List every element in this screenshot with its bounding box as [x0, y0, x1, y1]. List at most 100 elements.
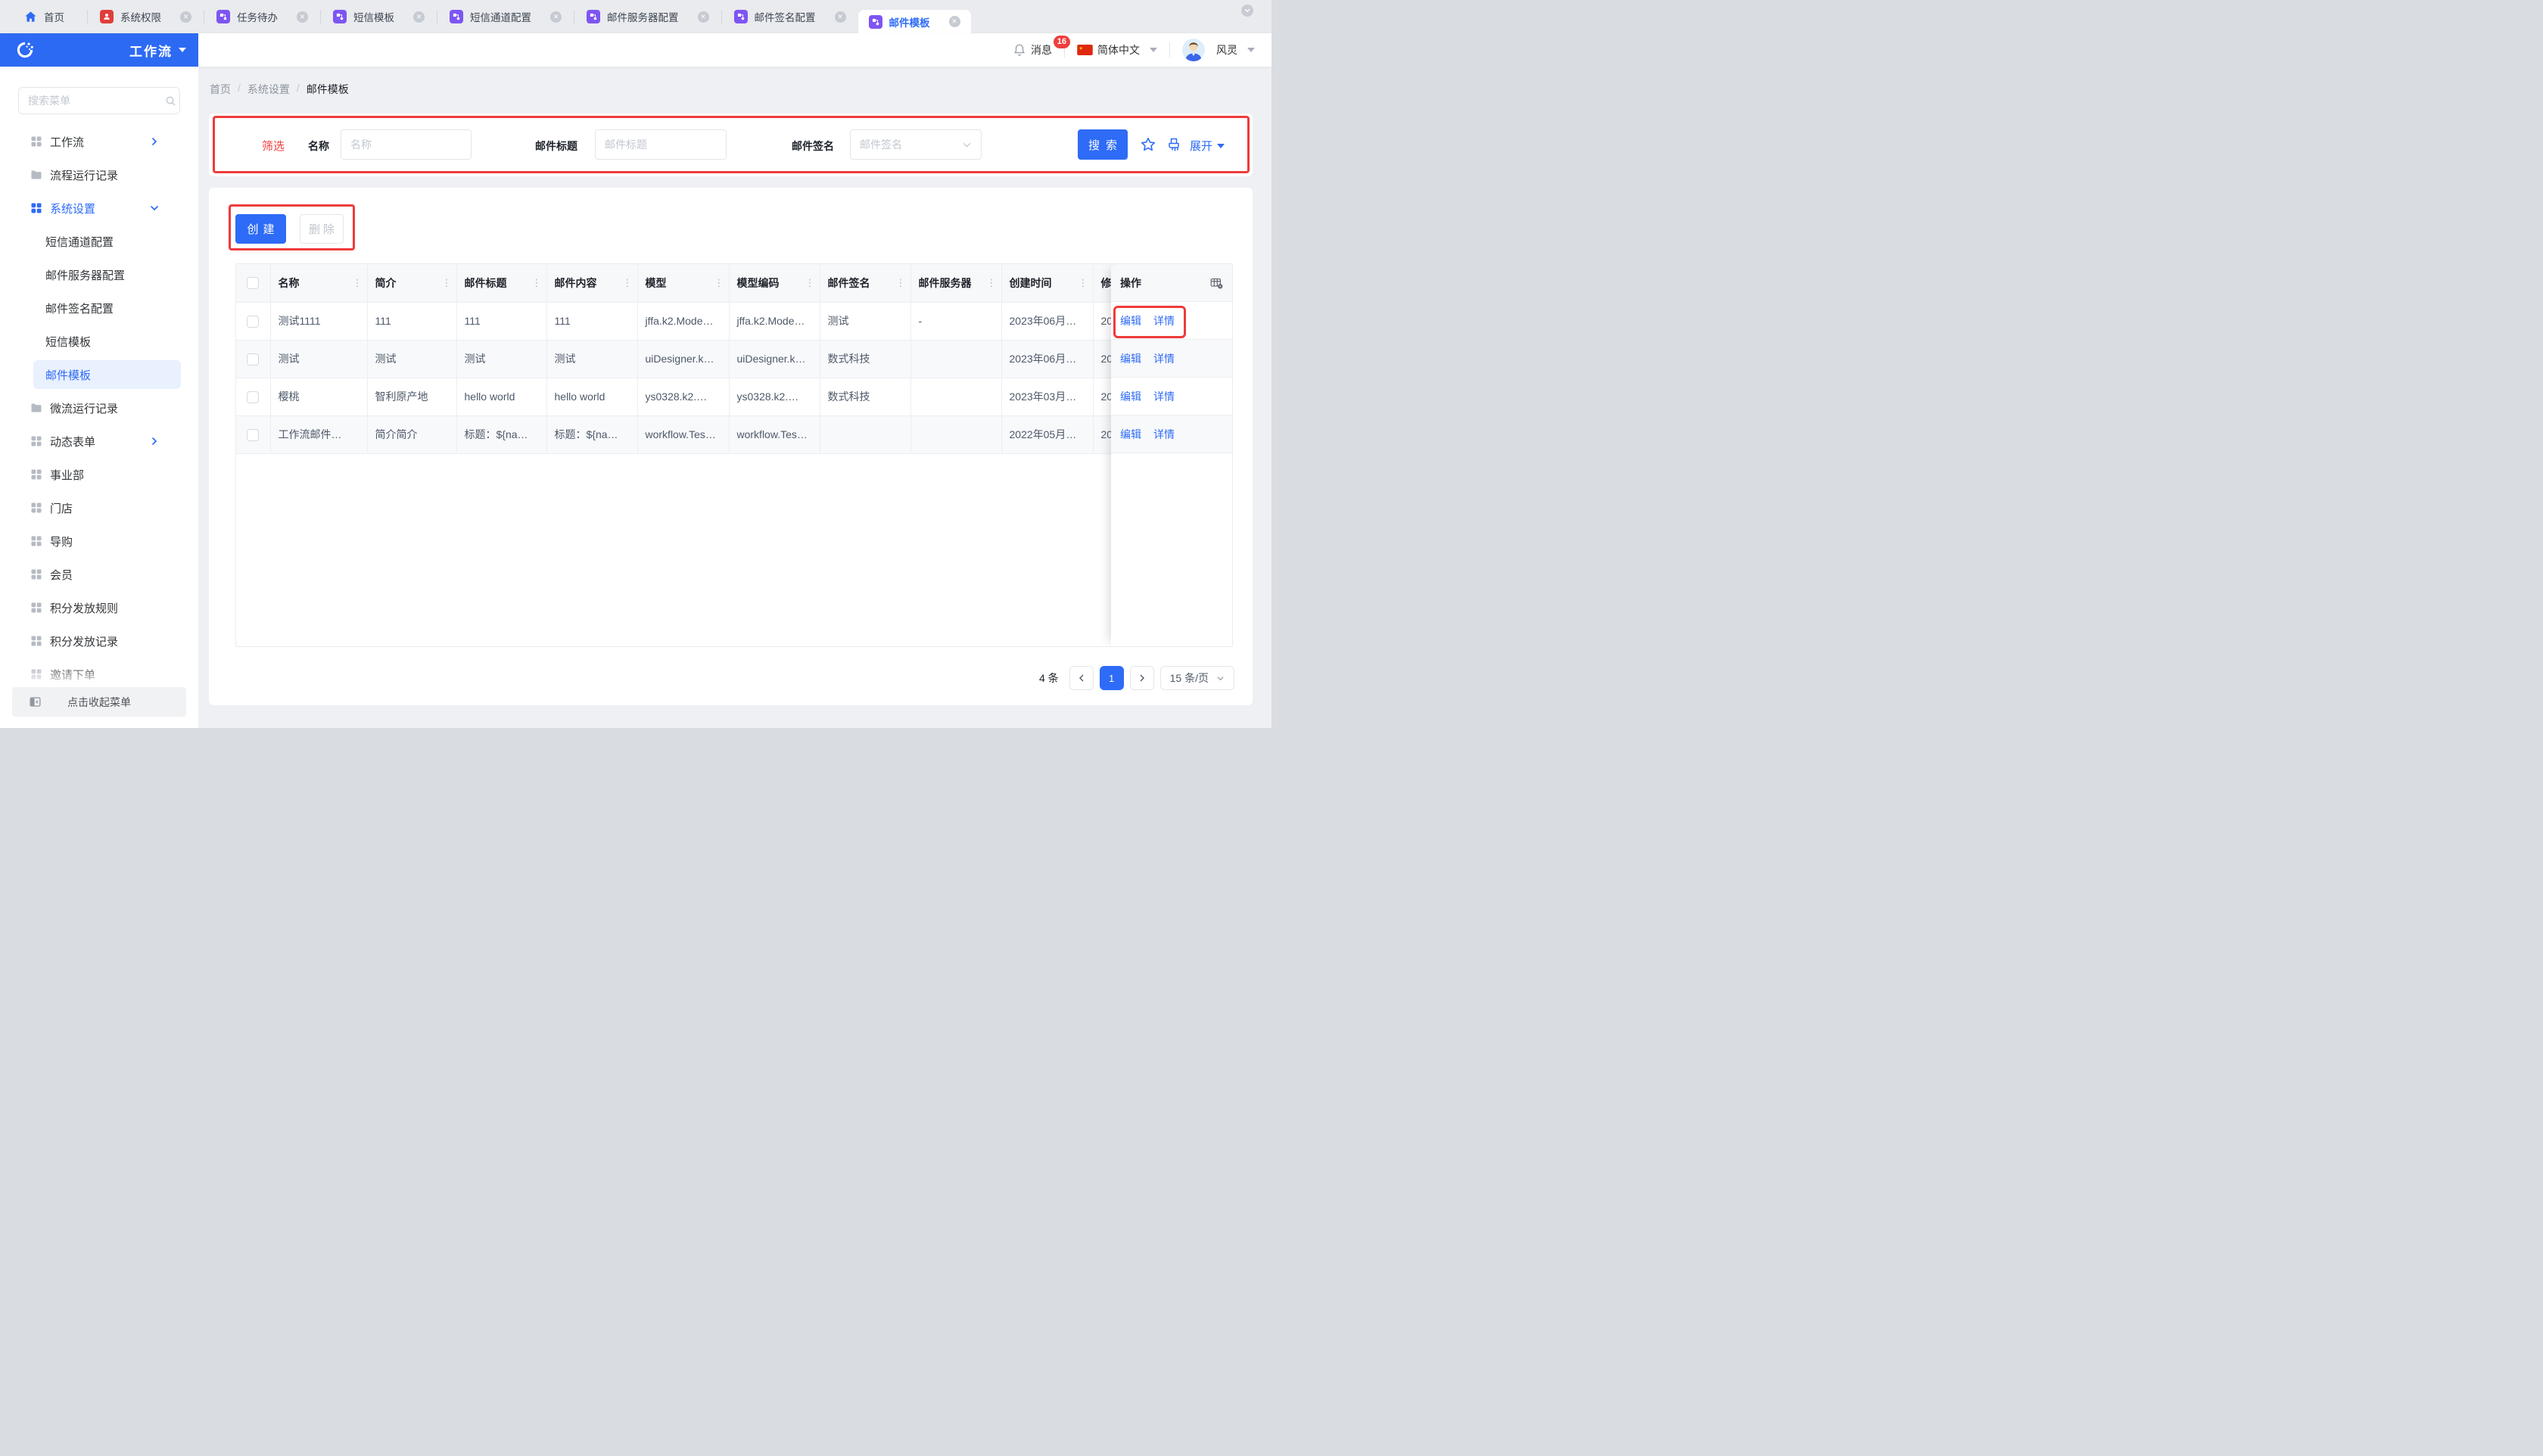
- tab[interactable]: 短信模板✕: [321, 0, 437, 33]
- sidebar-item[interactable]: 积分发放规则: [0, 591, 198, 624]
- sidebar-item[interactable]: 动态表单: [0, 425, 198, 458]
- sidebar-item[interactable]: 短信模板: [0, 325, 198, 358]
- sidebar-item[interactable]: 流程运行记录: [0, 158, 198, 191]
- cell-name: 测试: [270, 340, 367, 378]
- column-menu-icon[interactable]: ⋮: [805, 277, 815, 289]
- page-size-select[interactable]: 15 条/页: [1160, 666, 1234, 690]
- tab[interactable]: 任务待办✕: [204, 0, 320, 33]
- search-button[interactable]: 搜索: [1078, 129, 1128, 160]
- tab[interactable]: 系统权限✕: [88, 0, 204, 33]
- bell-icon: [1013, 43, 1026, 57]
- tab[interactable]: 短信通道配置✕: [437, 0, 574, 33]
- detail-link[interactable]: 详情: [1153, 313, 1175, 328]
- column-menu-icon[interactable]: ⋮: [896, 277, 906, 289]
- delete-button[interactable]: 删除: [300, 214, 344, 244]
- sidebar-item[interactable]: 导购: [0, 524, 198, 558]
- workspace-switcher[interactable]: 工作流: [129, 41, 186, 60]
- tab-close-icon[interactable]: ✕: [550, 11, 562, 23]
- module-icon: [333, 10, 347, 23]
- column-menu-icon[interactable]: ⋮: [1079, 277, 1088, 289]
- menu-search-input[interactable]: [28, 95, 165, 107]
- expand-filters-button[interactable]: 展开: [1190, 138, 1225, 154]
- column-settings-icon[interactable]: [1209, 276, 1223, 290]
- grid-icon: [30, 468, 42, 481]
- sidebar-item[interactable]: 邮件签名配置: [0, 291, 198, 325]
- signature-filter-select[interactable]: 邮件签名: [850, 129, 982, 160]
- next-page-button[interactable]: [1130, 666, 1154, 690]
- sidebar-item-label: 邮件签名配置: [45, 300, 114, 316]
- tab[interactable]: 邮件服务器配置✕: [574, 0, 721, 33]
- messages-button[interactable]: 消息 16: [1013, 42, 1052, 58]
- column-menu-icon[interactable]: ⋮: [987, 277, 997, 289]
- edit-link[interactable]: 编辑: [1120, 313, 1141, 328]
- row-checkbox[interactable]: [247, 429, 259, 441]
- edit-link[interactable]: 编辑: [1120, 427, 1141, 442]
- breadcrumb-system-settings[interactable]: 系统设置: [247, 82, 290, 97]
- table-row: 工作流邮件…简介简介标题：${na…标题：${na…workflow.Tes…w…: [236, 415, 1233, 453]
- select-all-checkbox[interactable]: [247, 277, 259, 289]
- tab-close-icon[interactable]: ✕: [180, 11, 191, 23]
- prev-page-button[interactable]: [1069, 666, 1094, 690]
- tab-close-icon[interactable]: ✕: [949, 16, 960, 27]
- sidebar-item[interactable]: 系统设置: [0, 191, 198, 225]
- tab[interactable]: 首页: [0, 0, 87, 33]
- favorite-star-icon[interactable]: [1140, 136, 1156, 153]
- tab[interactable]: 邮件模板✕: [858, 10, 971, 33]
- select-chevron-icon: [962, 140, 972, 150]
- language-selector[interactable]: 简体中文: [1077, 42, 1157, 58]
- cell-signature: 数式科技: [820, 340, 910, 378]
- tab-close-icon[interactable]: ✕: [413, 11, 425, 23]
- sidebar-item[interactable]: 事业部: [0, 458, 198, 491]
- column-menu-icon[interactable]: ⋮: [532, 277, 542, 289]
- divider: [1169, 42, 1170, 58]
- messages-badge: 16: [1054, 36, 1070, 48]
- clear-filter-brush-icon[interactable]: [1166, 136, 1182, 153]
- tab-close-icon[interactable]: ✕: [698, 11, 709, 23]
- name-filter-label: 名称: [308, 138, 329, 154]
- sidebar-item[interactable]: 短信通道配置: [0, 225, 198, 258]
- column-menu-icon[interactable]: ⋮: [442, 277, 452, 289]
- subject-filter-input[interactable]: [595, 129, 727, 160]
- cell-model: ys0328.k2.…: [637, 378, 729, 415]
- row-checkbox[interactable]: [247, 391, 259, 403]
- breadcrumb-current: 邮件模板: [307, 82, 349, 97]
- tab[interactable]: 邮件签名配置 ✕: [722, 0, 858, 33]
- detail-link[interactable]: 详情: [1153, 427, 1175, 442]
- column-menu-icon[interactable]: ⋮: [623, 277, 633, 289]
- page-1-button[interactable]: 1: [1100, 666, 1124, 690]
- sidebar-item[interactable]: 会员: [0, 558, 198, 591]
- sidebar-item-label: 动态表单: [50, 434, 95, 450]
- table-panel: 创建 删除 名称⋮简介⋮邮件标题⋮邮件内容⋮模型⋮模型编码⋮邮件签名⋮邮件服务器…: [209, 188, 1253, 705]
- edit-link[interactable]: 编辑: [1120, 351, 1141, 366]
- name-filter-input[interactable]: [341, 129, 472, 160]
- tab-label: 邮件签名配置: [755, 9, 816, 24]
- menu-search-box[interactable]: [18, 87, 180, 114]
- sidebar-item[interactable]: 工作流: [0, 125, 198, 158]
- cell-intro: 111: [367, 302, 456, 340]
- create-button[interactable]: 创建: [235, 214, 286, 244]
- cell-created: 2023年06月…: [1001, 340, 1093, 378]
- column-menu-icon[interactable]: ⋮: [353, 277, 363, 289]
- sidebar-item[interactable]: 微流运行记录: [0, 391, 198, 425]
- cell-model_code: ys0328.k2.…: [729, 378, 820, 415]
- collapse-menu-button[interactable]: 点击收起菜单: [12, 687, 186, 717]
- user-menu[interactable]: 风灵: [1182, 39, 1255, 61]
- table-row: 测试测试测试测试uiDesigner.k…uiDesigner.k…数式科技20…: [236, 340, 1233, 378]
- cell-subject: 111: [456, 302, 546, 340]
- pagination: 4 条 1 15 条/页: [1039, 666, 1234, 690]
- sidebar-item[interactable]: 门店: [0, 491, 198, 524]
- tab-close-icon[interactable]: ✕: [835, 11, 846, 23]
- tabbar-chevron-down-icon[interactable]: [1241, 5, 1253, 17]
- detail-link[interactable]: 详情: [1153, 351, 1175, 366]
- action-column: 操作编辑详情编辑详情编辑详情编辑详情: [1111, 264, 1233, 646]
- row-checkbox[interactable]: [247, 316, 259, 328]
- sidebar-item[interactable]: 邮件服务器配置: [0, 258, 198, 291]
- row-checkbox[interactable]: [247, 353, 259, 366]
- column-menu-icon[interactable]: ⋮: [714, 277, 724, 289]
- detail-link[interactable]: 详情: [1153, 389, 1175, 404]
- breadcrumb-home[interactable]: 首页: [210, 82, 231, 97]
- edit-link[interactable]: 编辑: [1120, 389, 1141, 404]
- sidebar-item[interactable]: 邮件模板: [0, 358, 198, 391]
- sidebar-item[interactable]: 积分发放记录: [0, 624, 198, 658]
- tab-close-icon[interactable]: ✕: [297, 11, 308, 23]
